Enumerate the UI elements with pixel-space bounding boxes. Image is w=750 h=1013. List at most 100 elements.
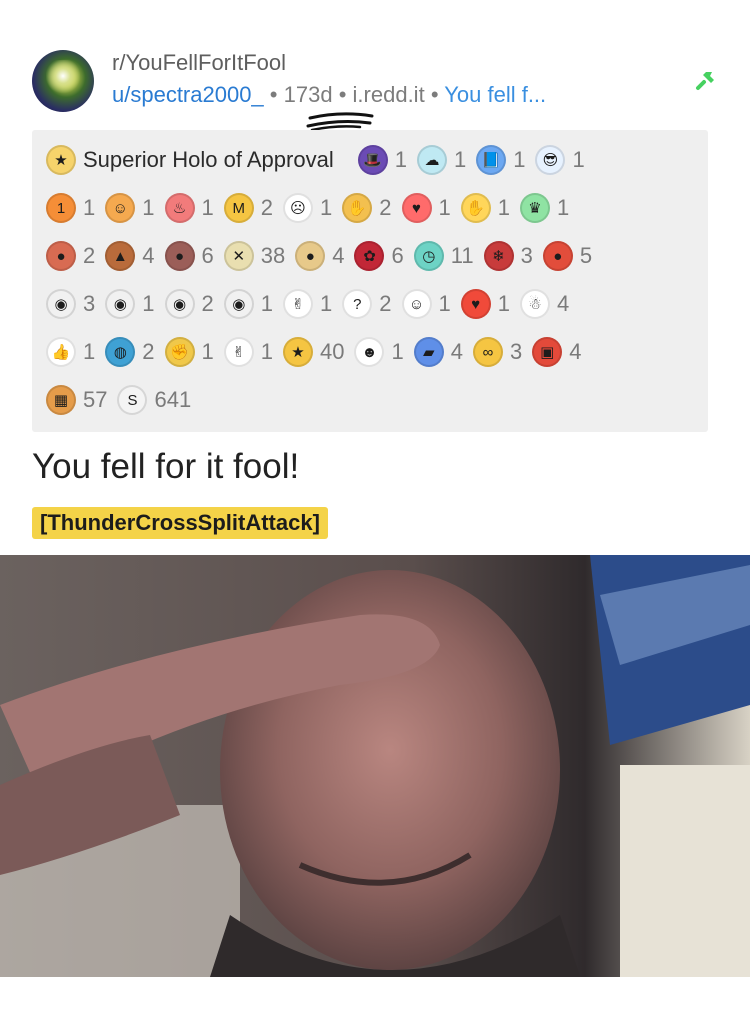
award-item[interactable]: ☁ 1 [416,145,466,175]
thumbs-up-fire-award-icon: 👍 [46,337,76,367]
post-link[interactable]: You fell f... [444,82,546,107]
link-domain[interactable]: i.redd.it [353,82,425,107]
award-item[interactable]: ✿ 6 [354,241,404,271]
award-count: 4 [332,243,345,268]
award-count: 1 [557,195,570,220]
gift-award-icon: ▣ [532,337,563,367]
award-count: 1 [572,147,585,172]
award-item[interactable]: ◉ 3 [46,289,95,319]
award-count: 3 [83,291,96,316]
award-item[interactable]: ✋ 1 [460,193,510,223]
horned-award-icon: ● [164,241,195,271]
award-row: ◉ 3 ◉ 1 ◉ 2 ◉ 1 ✌ 1? 2 ☺ 1 ♥ 1 ☃ 4 [46,286,579,322]
award-item[interactable]: ☺ 1 [105,193,155,223]
award-item[interactable]: ☃ 4 [520,289,569,319]
post-image[interactable] [0,555,750,977]
award-count: 3 [509,339,523,364]
award-item[interactable]: ◷ 11 [413,241,474,271]
pin-icon[interactable] [690,66,720,96]
award-count: 1 [142,195,155,220]
fox-award-icon: ▲ [105,241,136,271]
award-item[interactable]: ♛ 1 [520,193,569,223]
award-item[interactable]: ☺ 1 [401,289,451,319]
award-item[interactable]: ● 4 [295,241,344,271]
book-award-icon: 📘 [476,145,507,175]
award-item[interactable]: ✕ 38 [223,241,286,271]
superior-holo-award-icon: ★ [46,145,76,175]
award-count: 1 [83,195,96,220]
post-meta: u/spectra2000_ • 173d • i.redd.it • You … [112,82,546,108]
post-title[interactable]: You fell for it fool! [32,447,299,487]
chef-award-icon: ♨ [164,193,195,223]
subreddit-name[interactable]: r/YouFellForItFool [112,50,286,76]
2020-glasses-award-icon: ∞ [472,337,503,367]
award-item[interactable]: ☻ 1 [354,337,404,367]
award-item[interactable]: ☹ 1 [283,193,332,223]
awards-panel[interactable]: ★ Superior Holo of Approval 🎩 1 ☁ 1 📘 1 😎 1 1 1 ☺ 1 ♨ 1… [32,130,708,432]
award-row: ● 2 ▲ 4 ● 6 ✕ 38 ● 4 ✿ 6 ◷ 11 ❄ 3 ● 5 [46,238,602,274]
wink-award-icon: ☺ [401,289,432,319]
award-row: ★ Superior Holo of Approval 🎩 1 ☁ 1 📘 1 😎 1 [46,142,595,178]
santa-award-icon: ☃ [520,289,550,319]
award-item[interactable]: ▣ 4 [532,337,581,367]
award-count: 2 [260,195,273,220]
award-count: 3 [520,243,533,268]
award-count: 1 [497,195,510,220]
award-item[interactable]: ∞ 3 [472,337,523,367]
timer-award-icon: ◷ [413,241,444,271]
post-header: r/YouFellForItFool u/spectra2000_ • 173d… [30,46,720,116]
author-username[interactable]: u/spectra2000_ [112,82,264,107]
award-item[interactable]: S 641 [117,385,191,415]
award-item[interactable]: ● 6 [164,241,214,271]
award-item[interactable]: 11 [46,193,95,223]
red-hair-award-icon: ● [46,241,76,271]
meta-separator: • [430,82,439,107]
subreddit-avatar[interactable] [32,50,94,112]
award-item[interactable]: ? 2 [342,289,392,319]
santa-snoo-award-icon: ● [542,241,573,271]
ok-hand-award-icon: ✌ [283,289,313,319]
award-item[interactable]: ✌ 1 [223,337,273,367]
award-item[interactable]: 📘 1 [476,145,525,175]
post-flair[interactable]: [ThunderCrossSplitAttack] [32,507,328,539]
award-item[interactable]: ◉ 2 [164,289,214,319]
award-label: Superior Holo of Approval [83,147,334,172]
award-item[interactable]: ✋ 2 [342,193,392,223]
treasure-award-icon: ▦ [46,385,76,415]
award-item[interactable]: ★ 40 [283,337,344,367]
award-item[interactable]: ▲ 4 [105,241,155,271]
wizard-cat-award-icon: 🎩 [357,145,388,175]
snoo-award-icon: ◉ [164,289,195,319]
award-item[interactable]: ♥ 1 [460,289,510,319]
award-item[interactable]: ● 5 [542,241,592,271]
award-count: 2 [83,243,96,268]
award-count: 6 [391,243,404,268]
award-count: 4 [142,243,155,268]
award-count: 2 [201,291,214,316]
award-item[interactable]: ● 2 [46,241,95,271]
award-item[interactable]: 🎩 1 [357,145,407,175]
award-item[interactable]: ▰ 4 [413,337,463,367]
crossed-swords-award-icon: ✕ [223,241,254,271]
award-count: 2 [379,291,392,316]
award-item[interactable]: ♨ 1 [164,193,214,223]
award-item[interactable]: ★ Superior Holo of Approval [46,145,348,175]
award-item[interactable]: 👍 1 [46,337,95,367]
award-item[interactable]: M2 [223,193,273,223]
award-item[interactable]: ✊ 1 [164,337,214,367]
award-item[interactable]: ◉ 1 [223,289,273,319]
award-item[interactable]: ✌ 1 [283,289,332,319]
award-count: 1 [320,195,333,220]
award-item[interactable]: 😎 1 [535,145,585,175]
award-count: 1 [394,147,407,172]
award-count: 38 [260,243,286,268]
award-item[interactable]: ◍ 2 [105,337,155,367]
award-item[interactable]: ◉ 1 [105,289,155,319]
award-item[interactable]: ❄ 3 [483,241,533,271]
snoo-award-icon: ◉ [105,289,136,319]
crown-award-icon: ♛ [520,193,550,223]
award-count: 2 [379,195,392,220]
award-item[interactable]: ♥ 1 [401,193,451,223]
award-count: 641 [154,387,192,412]
award-item[interactable]: ▦ 57 [46,385,107,415]
